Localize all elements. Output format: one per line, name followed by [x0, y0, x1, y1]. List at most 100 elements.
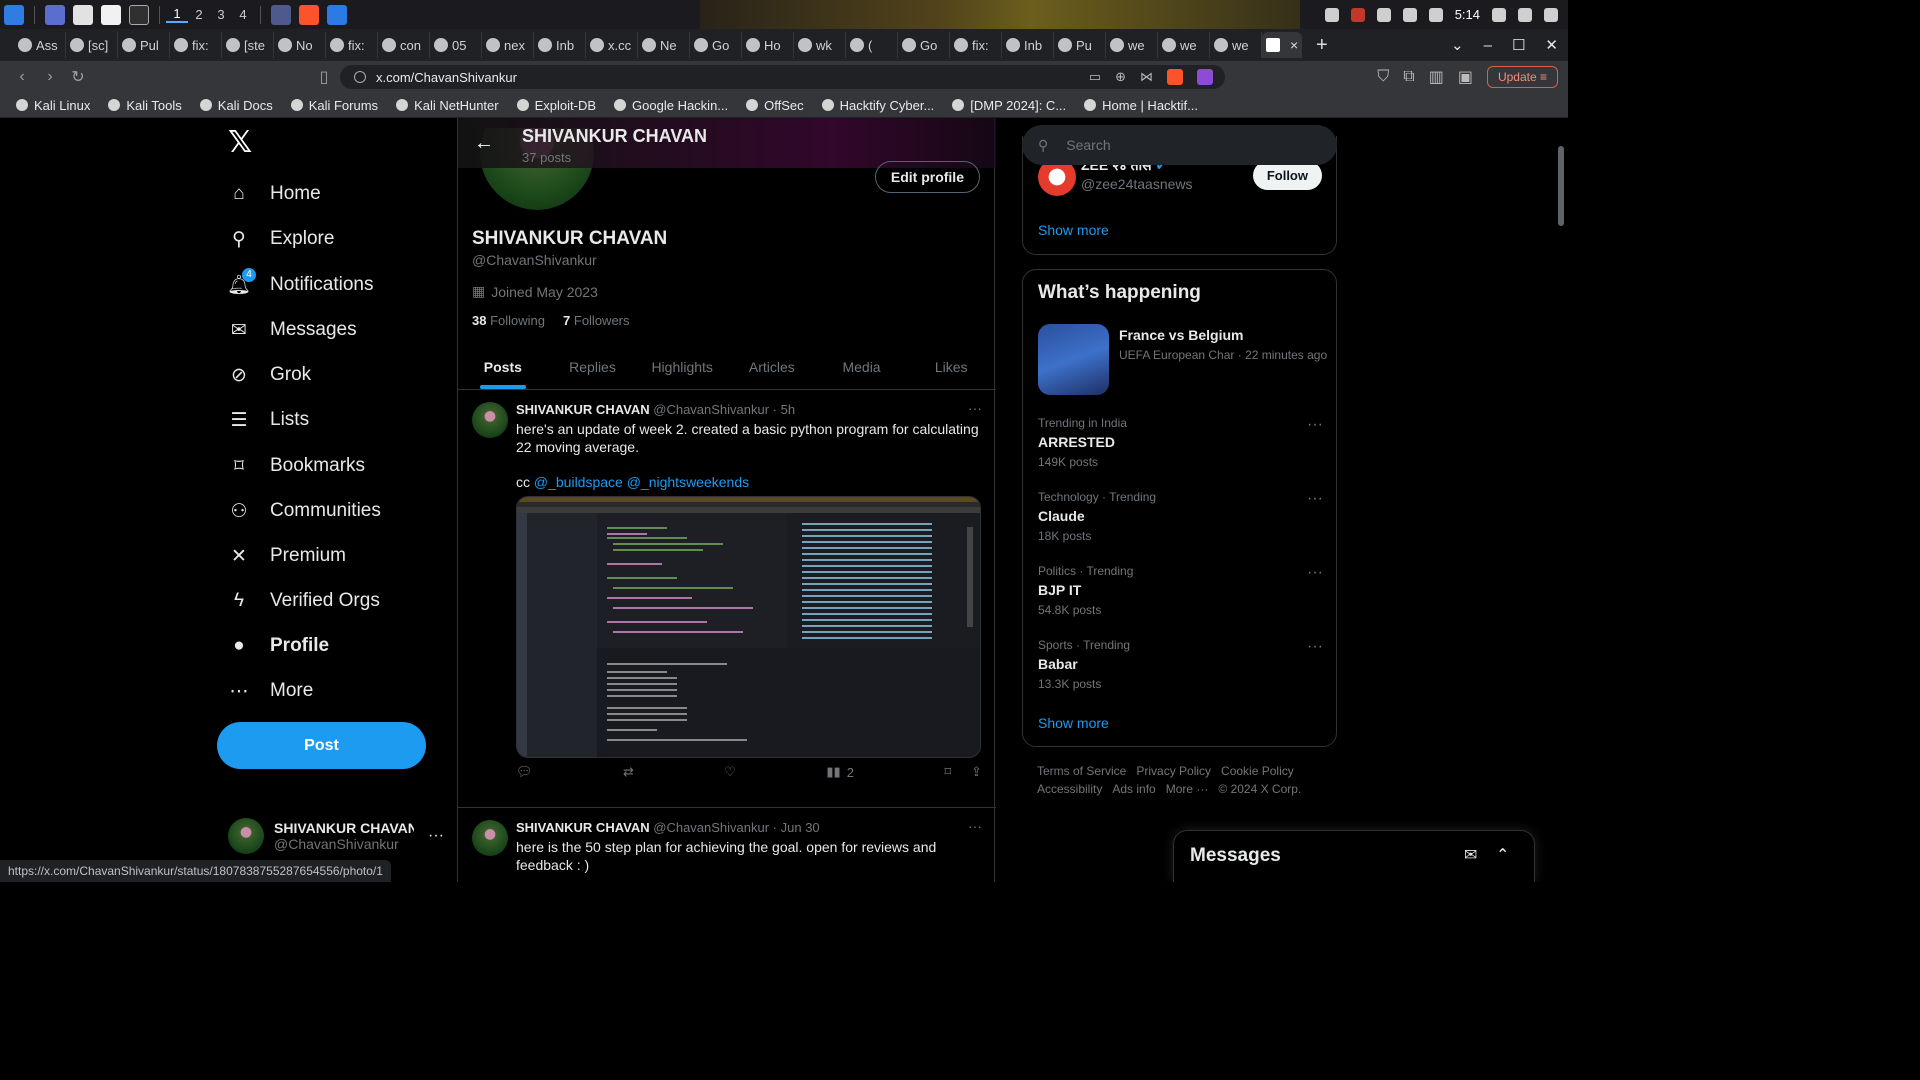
nav-item-communities[interactable]: ⚇ Communities: [228, 491, 380, 531]
tweet-avatar[interactable]: [472, 820, 508, 856]
browser-tab[interactable]: Ne: [638, 32, 690, 58]
browser-tab[interactable]: x.cc: [586, 32, 638, 58]
brave-browser-icon[interactable]: [299, 4, 319, 25]
notification-bell-icon[interactable]: [1402, 7, 1417, 22]
page-scrollbar[interactable]: [1558, 126, 1564, 876]
refresh-session-icon[interactable]: [1518, 7, 1532, 22]
lock-icon[interactable]: [1492, 7, 1506, 22]
workspace-3[interactable]: 3: [210, 7, 232, 22]
tab-posts[interactable]: Posts: [458, 344, 548, 389]
vscode-icon[interactable]: [327, 4, 347, 25]
forward-icon[interactable]: ›: [36, 68, 64, 86]
bookmark-page-icon[interactable]: ▯: [310, 67, 338, 87]
views-button[interactable]: ▮▮ 2: [826, 764, 854, 780]
bookmark-item[interactable]: Home | Hacktif...: [1084, 98, 1198, 113]
tweet-mentions[interactable]: @_buildspace @_nightsweekends: [534, 474, 749, 490]
clock[interactable]: 5:14: [1455, 7, 1480, 22]
browser-tab[interactable]: Pu: [1054, 32, 1106, 58]
nav-item-home[interactable]: ⌂ Home: [228, 174, 320, 214]
close-window-icon[interactable]: ✕: [1545, 36, 1558, 54]
browser-tab[interactable]: Ho: [742, 32, 794, 58]
bookmark-item[interactable]: Kali Linux: [16, 98, 90, 113]
show-more-link[interactable]: Show more: [1038, 222, 1109, 238]
wallet-icon[interactable]: ▣: [1458, 67, 1473, 87]
nav-item-bookmarks[interactable]: ⌑ Bookmarks: [228, 446, 365, 486]
bookmark-item[interactable]: [DMP 2024]: C...: [952, 98, 1066, 113]
tab-likes[interactable]: Likes: [906, 344, 996, 389]
tweet-more-icon[interactable]: ···: [968, 818, 982, 834]
volume-icon[interactable]: [1376, 7, 1391, 22]
new-message-icon[interactable]: ✉: [1464, 845, 1477, 865]
browser-tab[interactable]: Inb: [1002, 32, 1054, 58]
footer-link[interactable]: Ads info: [1112, 782, 1155, 796]
trend-more-icon[interactable]: ···: [1307, 638, 1323, 656]
trend-item[interactable]: Technology · Trending Claude 18K posts ···: [1038, 490, 1323, 543]
footer-link[interactable]: Privacy Policy: [1136, 764, 1211, 778]
browser-tab[interactable]: (: [846, 32, 898, 58]
nav-item-more[interactable]: ⋯ More: [228, 671, 314, 711]
browser-tab[interactable]: we: [1210, 32, 1262, 58]
browser-tab[interactable]: nex: [482, 32, 534, 58]
desktop-icon[interactable]: [45, 4, 65, 25]
browser-tab[interactable]: No: [274, 32, 326, 58]
browser-tab[interactable]: con: [378, 32, 430, 58]
trend-item[interactable]: Trending in India ARRESTED 149K posts ···: [1038, 416, 1323, 469]
share-icon[interactable]: ⇪: [971, 764, 982, 780]
browser-tab[interactable]: we: [1106, 32, 1158, 58]
minimize-icon[interactable]: –: [1484, 37, 1492, 54]
like-icon[interactable]: ♡: [724, 764, 736, 780]
follow-button[interactable]: Follow: [1252, 161, 1322, 190]
zoom-icon[interactable]: ⊕: [1115, 69, 1126, 85]
back-icon[interactable]: ‹: [8, 68, 36, 86]
nav-item-verified-orgs[interactable]: ϟ Verified Orgs: [228, 581, 380, 621]
edit-profile-button[interactable]: Edit profile: [874, 161, 980, 193]
featured-trend-image[interactable]: [1038, 324, 1109, 395]
bookmark-item[interactable]: OffSec: [746, 98, 804, 113]
bookmark-item[interactable]: Exploit-DB: [516, 98, 596, 113]
nav-item-grok[interactable]: ⊘ Grok: [228, 355, 311, 395]
x-logo-icon[interactable]: 𝕏: [228, 128, 254, 158]
share-icon[interactable]: ⋈: [1140, 69, 1153, 85]
reply-icon[interactable]: 💬︎: [516, 764, 533, 780]
tab-highlights[interactable]: Highlights: [637, 344, 727, 389]
tweet[interactable]: SHIVANKUR CHAVAN @ChavanShivankur · Jun …: [458, 808, 996, 882]
browser-tab[interactable]: [ste: [222, 32, 274, 58]
extensions-icon[interactable]: ⧉: [1403, 68, 1414, 86]
vpn-icon[interactable]: ⛉: [1377, 68, 1389, 86]
trend-more-icon[interactable]: ···: [1307, 564, 1323, 582]
brave-shields-icon[interactable]: [1167, 69, 1183, 85]
bookmark-item[interactable]: Kali Tools: [108, 98, 182, 113]
footer-link[interactable]: Terms of Service: [1037, 764, 1126, 778]
browser-tab[interactable]: [sc]: [66, 32, 118, 58]
new-tab-button[interactable]: +: [1316, 34, 1328, 57]
footer-link[interactable]: Accessibility: [1037, 782, 1102, 796]
featured-trend-title[interactable]: France vs Belgium: [1119, 327, 1244, 343]
close-tab-icon[interactable]: ×: [1290, 37, 1298, 53]
address-bar[interactable]: x.com/ChavanShivankur ▭ ⊕ ⋈: [340, 65, 1225, 89]
tweet-avatar[interactable]: [472, 402, 508, 438]
sidebar-icon[interactable]: ▥: [1429, 67, 1444, 87]
footer-link[interactable]: Cookie Policy: [1221, 764, 1294, 778]
bookmark-icon[interactable]: ⌑: [944, 764, 951, 780]
trend-more-icon[interactable]: ···: [1307, 416, 1323, 434]
browser-tab[interactable]: Ass: [14, 32, 66, 58]
bookmark-item[interactable]: Kali NetHunter: [396, 98, 499, 113]
browser-tab[interactable]: wk: [794, 32, 846, 58]
trend-item[interactable]: Sports · Trending Babar 13.3K posts ···: [1038, 638, 1323, 691]
account-more-icon[interactable]: ···: [428, 827, 444, 845]
bookmark-item[interactable]: Hacktify Cyber...: [821, 98, 934, 113]
tweet-more-icon[interactable]: ···: [968, 400, 982, 416]
tweet-media-image[interactable]: [516, 496, 981, 758]
browser-tab[interactable]: Inb: [534, 32, 586, 58]
nav-item-notifications[interactable]: 🔔︎ 4 Notifications: [227, 265, 374, 305]
tab-replies[interactable]: Replies: [548, 344, 638, 389]
update-button[interactable]: Update ≡: [1486, 66, 1558, 88]
trend-more-icon[interactable]: ···: [1307, 490, 1323, 508]
bookmark-item[interactable]: Google Hackin...: [614, 98, 728, 113]
browser-tab[interactable]: fix:: [326, 32, 378, 58]
maximize-icon[interactable]: ☐: [1512, 36, 1525, 54]
tweet[interactable]: SHIVANKUR CHAVAN @ChavanShivankur · 5h ·…: [458, 390, 996, 808]
back-arrow-icon[interactable]: ←: [474, 132, 494, 155]
show-more-link[interactable]: Show more: [1038, 715, 1109, 731]
browser-tab[interactable]: fix:: [950, 32, 1002, 58]
